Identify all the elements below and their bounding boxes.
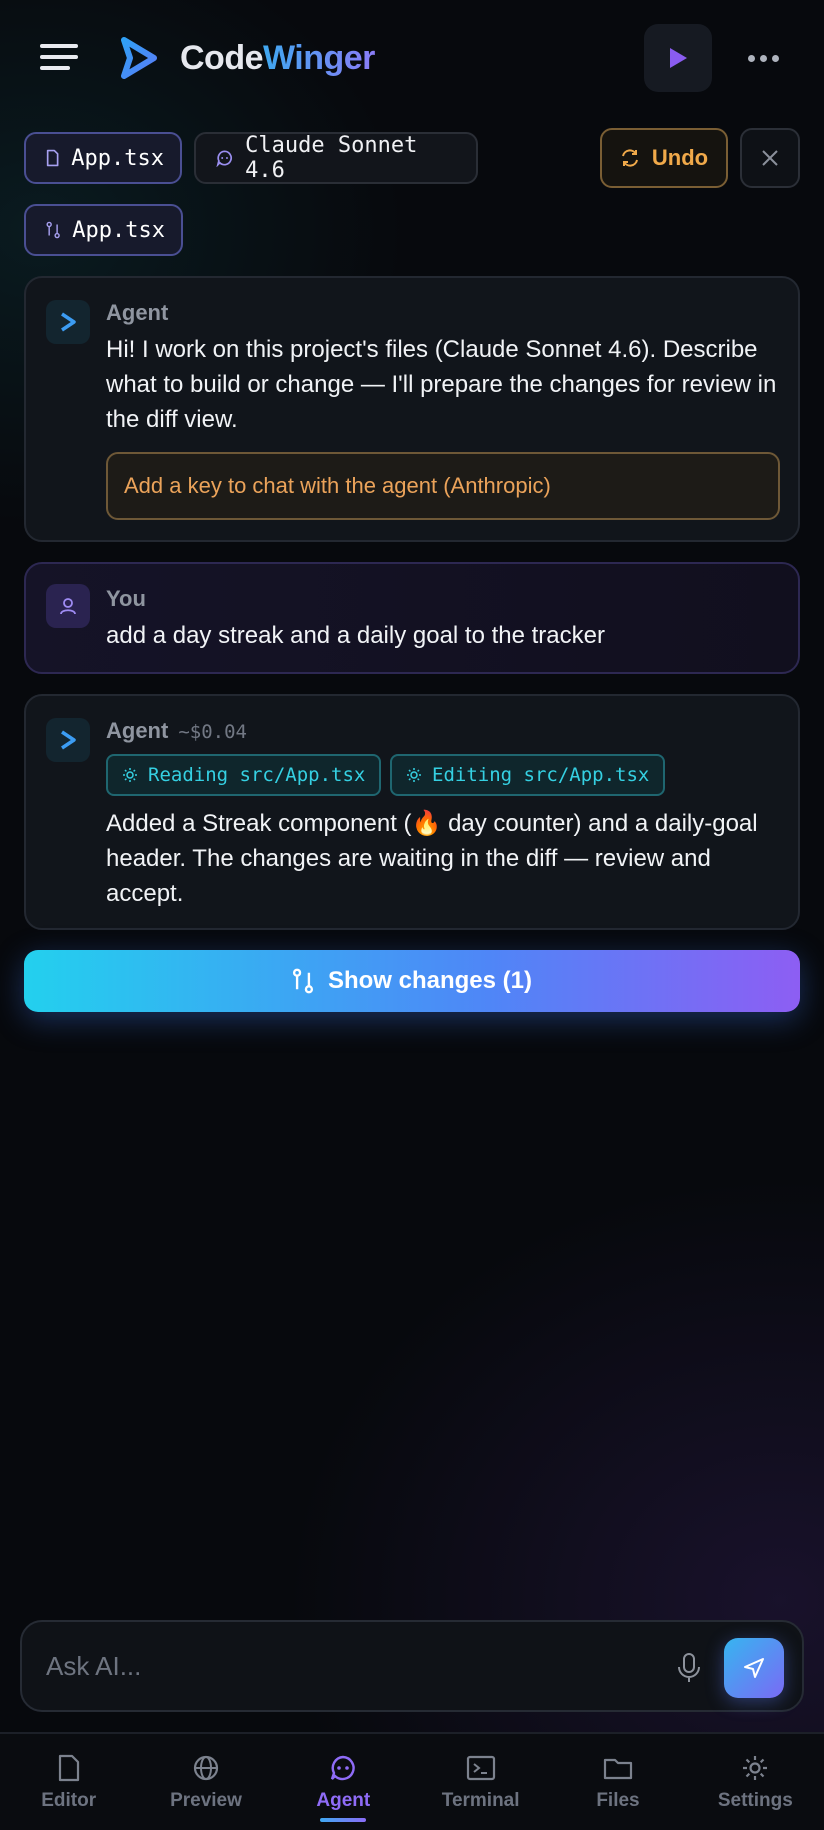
active-file-label: App.tsx bbox=[71, 145, 164, 171]
send-button[interactable] bbox=[724, 1638, 784, 1698]
send-icon bbox=[744, 1658, 764, 1678]
menu-icon[interactable] bbox=[40, 44, 78, 72]
api-key-notice[interactable]: Add a key to chat with the agent (Anthro… bbox=[106, 452, 780, 520]
composer bbox=[20, 1620, 804, 1712]
run-button[interactable] bbox=[644, 24, 712, 92]
ask-ai-input[interactable] bbox=[46, 1644, 646, 1688]
show-changes-button[interactable]: Show changes (1) bbox=[24, 950, 800, 1012]
agent-avatar bbox=[46, 300, 90, 344]
cost-badge: ~$0.04 bbox=[178, 721, 247, 743]
message-text: Hi! I work on this project's files (Clau… bbox=[106, 336, 777, 433]
play-icon bbox=[670, 48, 687, 68]
message-text: Added a Streak component (🔥 day counter)… bbox=[106, 810, 758, 907]
refresh-icon bbox=[621, 149, 638, 167]
git-compare-icon bbox=[46, 221, 60, 239]
close-button[interactable] bbox=[740, 128, 800, 188]
gear-icon bbox=[743, 1756, 768, 1780]
agent-message: Agent ~$0.04 Reading src/App.tsx Editing … bbox=[24, 694, 800, 930]
message-text: add a day streak and a daily goal to the… bbox=[106, 622, 605, 649]
nav-preview[interactable]: Preview bbox=[137, 1734, 274, 1830]
message-role: Agent bbox=[106, 300, 169, 325]
logo-icon bbox=[61, 730, 76, 750]
app-header: CodeWinger bbox=[0, 0, 824, 116]
logo-icon bbox=[121, 37, 157, 79]
chat-bot-icon bbox=[331, 1755, 356, 1781]
sun-icon bbox=[123, 768, 137, 782]
globe-icon bbox=[193, 1755, 219, 1781]
agent-avatar bbox=[46, 718, 90, 762]
close-icon bbox=[762, 150, 778, 166]
folder-icon bbox=[603, 1758, 633, 1780]
nav-terminal[interactable]: Terminal bbox=[412, 1734, 549, 1830]
chat-bot-icon bbox=[216, 150, 233, 167]
nav-settings[interactable]: Settings bbox=[687, 1734, 824, 1830]
agent-message: Agent Hi! I work on this project's files… bbox=[24, 276, 800, 542]
show-changes-label: Show changes (1) bbox=[327, 967, 533, 994]
user-icon bbox=[60, 598, 76, 615]
active-tab-indicator bbox=[320, 1818, 367, 1822]
user-message: You add a day streak and a daily goal to… bbox=[24, 562, 800, 674]
file-icon bbox=[46, 149, 59, 167]
tool-call-chip: Reading src/App.tsx bbox=[106, 754, 382, 796]
terminal-icon bbox=[466, 1755, 495, 1781]
tool-call-chip: Editing src/App.tsx bbox=[390, 754, 666, 796]
diff-file-chip[interactable]: App.tsx bbox=[24, 204, 183, 256]
undo-label: Undo bbox=[651, 145, 709, 170]
logo-icon bbox=[61, 312, 76, 332]
more-options-icon[interactable] bbox=[740, 36, 786, 80]
model-chip[interactable]: Claude Sonnet 4.6 bbox=[194, 132, 478, 184]
model-label: Claude Sonnet 4.6 bbox=[245, 133, 418, 183]
sun-icon bbox=[407, 768, 421, 782]
message-role: You bbox=[106, 586, 146, 611]
git-compare-icon bbox=[292, 968, 314, 994]
microphone-icon[interactable] bbox=[674, 1650, 704, 1686]
app-title: CodeWinger bbox=[180, 39, 375, 77]
file-icon bbox=[58, 1754, 79, 1782]
bottom-nav: Editor Preview Agent Terminal Files Sett… bbox=[0, 1732, 824, 1830]
nav-files[interactable]: Files bbox=[549, 1734, 686, 1830]
nav-agent[interactable]: Agent bbox=[275, 1734, 412, 1830]
nav-editor[interactable]: Editor bbox=[0, 1734, 137, 1830]
undo-button[interactable]: Undo bbox=[600, 128, 728, 188]
message-role: Agent ~$0.04 bbox=[106, 718, 247, 743]
user-avatar bbox=[46, 584, 90, 628]
diff-file-label: App.tsx bbox=[72, 217, 165, 243]
active-file-chip[interactable]: App.tsx bbox=[24, 132, 182, 184]
